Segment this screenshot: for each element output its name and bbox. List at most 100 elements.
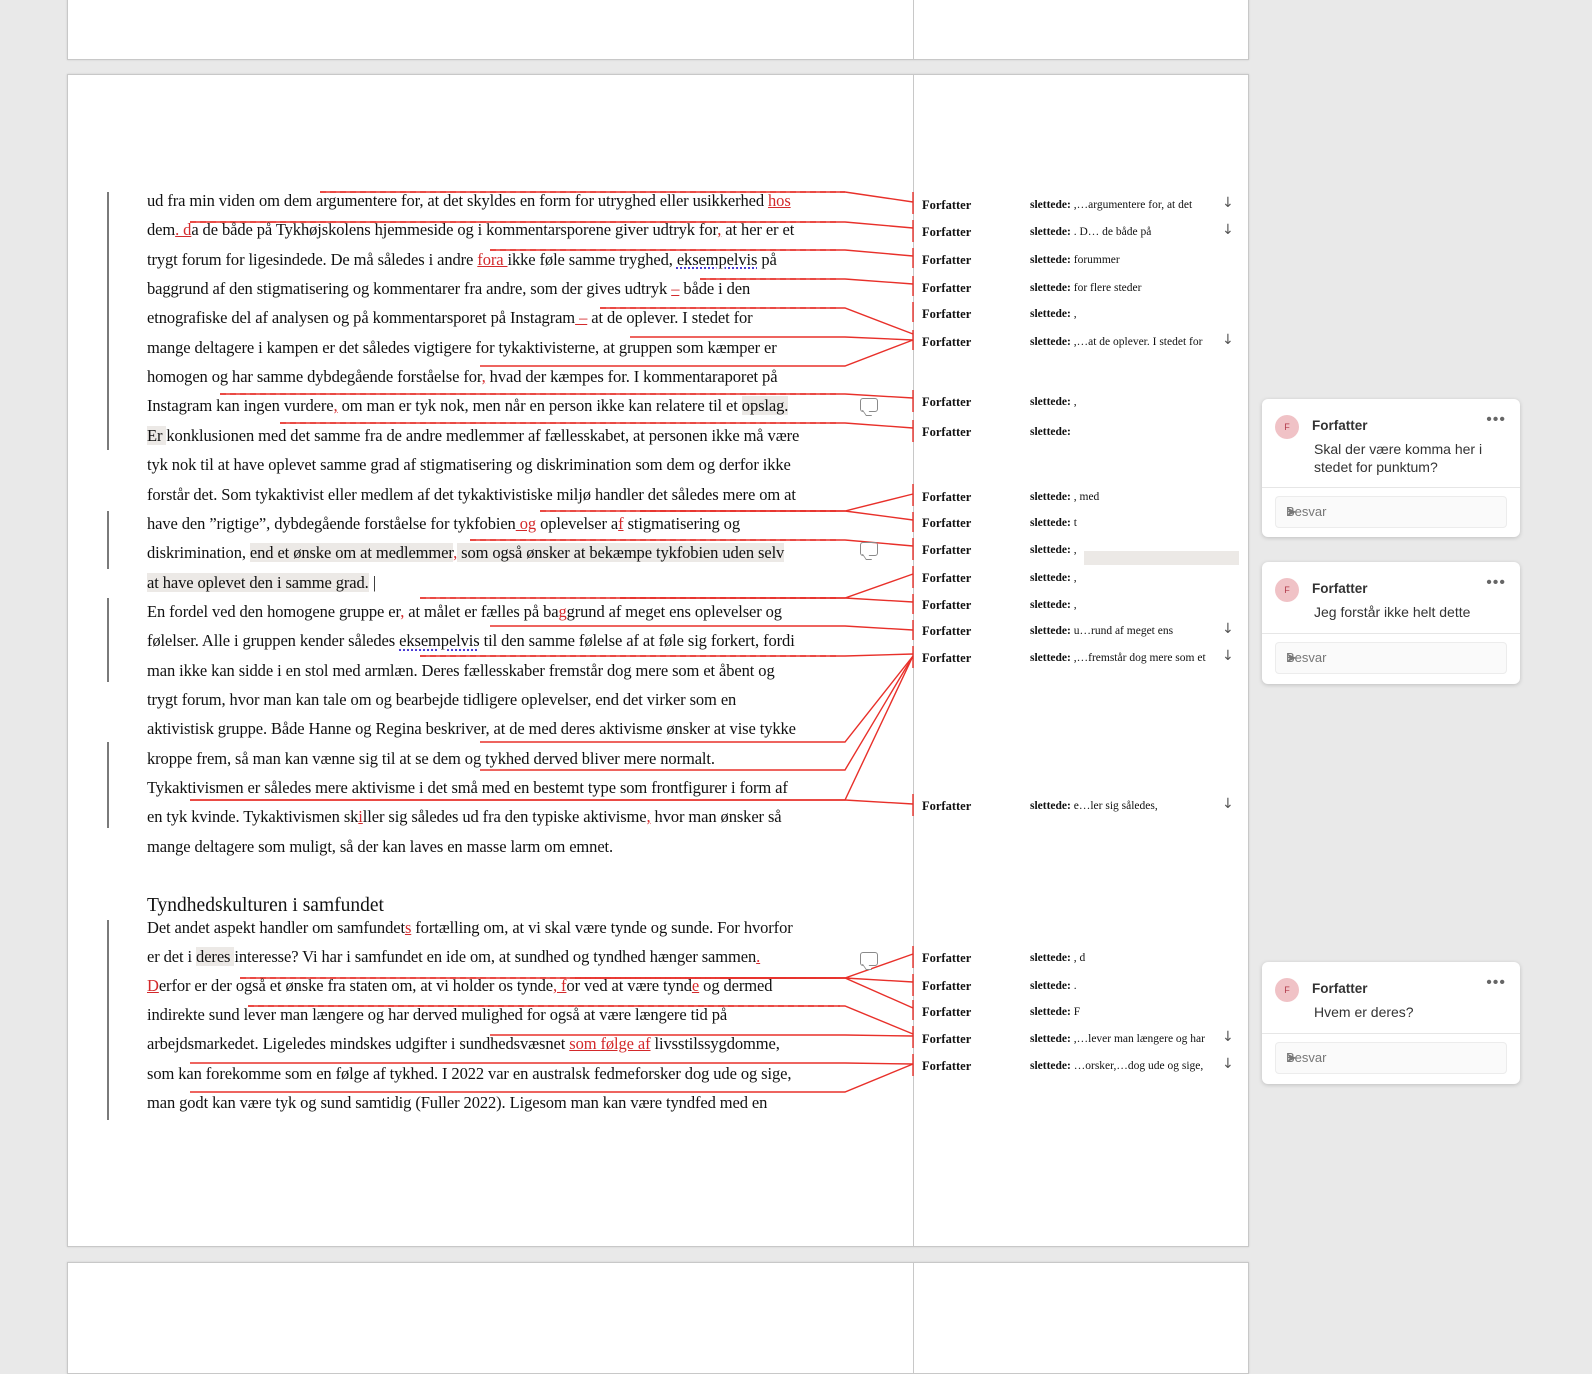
text-line[interactable]: kroppe frem, så man kan vænne sig til at… — [147, 749, 715, 769]
reply-input[interactable]: Besvar ➤ — [1275, 1042, 1507, 1074]
text-line[interactable]: dem. da de både på Tykhøjskolens hjemmes… — [147, 220, 794, 240]
commented-text: deres — [196, 947, 235, 967]
text-run: på — [757, 249, 777, 269]
balloon-text[interactable]: slettede: , d — [1030, 952, 1225, 964]
arrow-down-icon[interactable]: ↓ — [1222, 222, 1234, 238]
text-line[interactable]: have den ”rigtige”, dybdegående forståel… — [147, 514, 740, 534]
deleted-text: . D… de både på — [1070, 226, 1152, 238]
arrow-down-icon[interactable]: ↓ — [1222, 621, 1234, 637]
reply-input[interactable]: Besvar ➤ — [1275, 642, 1507, 674]
text-line[interactable]: er det i deres interesse? Vi har i samfu… — [147, 947, 760, 967]
arrow-down-icon[interactable]: ↓ — [1222, 332, 1234, 348]
balloon-text[interactable]: slettede: forummer — [1030, 254, 1225, 266]
balloon-text[interactable]: slettede: . — [1030, 980, 1225, 992]
deleted-text: , — [1070, 544, 1077, 556]
balloon-text[interactable]: slettede: e…ler sig således, — [1030, 800, 1225, 812]
text-line[interactable]: etnografiske del af analysen og på komme… — [147, 308, 753, 328]
comment-card[interactable]: F Forfatter ••• Hvem er deres? Besvar ➤ — [1262, 962, 1520, 1084]
text-line[interactable]: mange deltagere som muligt, så der kan l… — [147, 837, 613, 857]
reply-input[interactable]: Besvar ➤ — [1275, 496, 1507, 528]
text-line[interactable]: Det andet aspekt handler om samfundets f… — [147, 918, 793, 938]
text-line[interactable]: aktivistisk gruppe. Både Hanne og Regina… — [147, 719, 796, 739]
text-line[interactable]: en tyk kvinde. Tykaktivismen skiller sig… — [147, 807, 782, 827]
balloon-text[interactable]: slettede: , med — [1030, 491, 1225, 503]
comment-card[interactable]: F Forfatter ••• Skal der være komma her … — [1262, 399, 1520, 537]
text-line[interactable]: arbejdsmarkedet. Ligeledes mindskes udgi… — [147, 1034, 780, 1054]
balloon-author: Forfatter — [922, 571, 972, 585]
balloon-text[interactable]: slettede: …orsker,…dog ude og sige, — [1030, 1060, 1225, 1072]
balloon-text[interactable]: slettede: u…rund af meget ens — [1030, 625, 1225, 637]
balloon-author: Forfatter — [922, 253, 972, 267]
balloon-text[interactable]: slettede: ,…at de oplever. I stedet for — [1030, 336, 1225, 348]
text-line[interactable]: En fordel ved den homogene gruppe er, at… — [147, 602, 782, 622]
more-options-icon[interactable]: ••• — [1486, 411, 1506, 429]
text-line[interactable]: homogen og har samme dybdegående forståe… — [147, 367, 778, 387]
more-options-icon[interactable]: ••• — [1486, 974, 1506, 992]
text-line[interactable]: at have oplevet den i samme grad. | — [147, 572, 376, 593]
deleted-text: , — [1070, 572, 1077, 584]
send-icon[interactable]: ➤ — [1286, 1050, 1498, 1066]
comment-bubble-icon[interactable] — [860, 398, 878, 412]
balloon-text[interactable]: slettede: . D… de både på — [1030, 226, 1225, 238]
text-line[interactable]: diskrimination, end et ønske om at medle… — [147, 543, 784, 563]
deleted-text: , — [1070, 396, 1077, 408]
divider — [1262, 633, 1520, 634]
arrow-down-icon[interactable]: ↓ — [1222, 1056, 1234, 1072]
deleted-text: . — [1070, 980, 1077, 992]
balloon-text[interactable]: slettede: for flere steder — [1030, 282, 1225, 294]
text-line[interactable]: Tykaktivismen er således mere aktivisme … — [147, 778, 788, 798]
balloon-author: Forfatter — [922, 543, 972, 557]
arrow-down-icon[interactable]: ↓ — [1222, 648, 1234, 664]
balloon-text[interactable]: slettede: F — [1030, 1006, 1225, 1018]
text-line[interactable]: trygt forum for ligesindede. De må såled… — [147, 250, 777, 270]
balloon-text[interactable]: slettede: , — [1030, 308, 1225, 320]
text-line[interactable]: tyk nok til at have oplevet samme grad a… — [147, 455, 791, 475]
insertion: , f — [552, 976, 567, 996]
deleted-text: e…ler sig således, — [1070, 800, 1158, 812]
balloon-text[interactable]: slettede: ,…argumentere for, at det — [1030, 199, 1225, 211]
text-line[interactable]: Er konklusionen med det samme fra de and… — [147, 425, 799, 446]
arrow-down-icon[interactable]: ↓ — [1222, 195, 1234, 211]
spelling-flag: eksempelvis — [676, 249, 758, 269]
text-line[interactable]: baggrund af den stigmatisering og kommen… — [147, 279, 750, 299]
balloon-text[interactable]: slettede: , — [1030, 544, 1225, 556]
balloon-text[interactable]: slettede: , — [1030, 599, 1225, 611]
send-icon[interactable]: ➤ — [1286, 504, 1498, 520]
balloon-author: Forfatter — [922, 307, 972, 321]
balloon-label: slettede: — [1030, 491, 1071, 503]
text-line[interactable]: følelser. Alle i gruppen kender således … — [147, 631, 795, 651]
more-options-icon[interactable]: ••• — [1486, 574, 1506, 592]
text-run: om man er tyk nok, men når en person ikk… — [337, 396, 742, 416]
text-run: aktivistisk gruppe. Både Hanne og Regina… — [147, 719, 796, 739]
balloon-text[interactable]: slettede: t — [1030, 517, 1225, 529]
comment-bubble-icon[interactable] — [860, 542, 878, 556]
arrow-down-icon[interactable]: ↓ — [1222, 796, 1234, 812]
send-icon[interactable]: ➤ — [1286, 650, 1498, 666]
balloon-text[interactable]: slettede: , — [1030, 572, 1225, 584]
comment-bubble-icon[interactable] — [860, 952, 878, 966]
text-line[interactable]: Derfor er der også et ønske fra staten o… — [147, 976, 772, 996]
balloon-text[interactable]: slettede: — [1030, 426, 1225, 438]
text-line[interactable]: forstår det. Som tykaktivist eller medle… — [147, 485, 796, 505]
balloon-author: Forfatter — [922, 395, 972, 409]
text-line[interactable]: man ikke kan sidde i en stol med armlæn.… — [147, 661, 775, 681]
balloon-text[interactable]: slettede: ,…lever man længere og har — [1030, 1033, 1225, 1045]
text-line[interactable]: indirekte sund lever man længere og har … — [147, 1005, 727, 1025]
text-line[interactable]: trygt forum, hvor man kan tale om og bea… — [147, 690, 736, 710]
text-line[interactable]: man godt kan være tyk og sund samtidig (… — [147, 1093, 767, 1113]
commented-text: opslag. — [741, 396, 789, 416]
arrow-down-icon[interactable]: ↓ — [1222, 1029, 1234, 1045]
text-run: have den ”rigtige”, dybdegående forståel… — [147, 513, 516, 533]
text-line[interactable]: ud fra min viden om dem argumentere for,… — [147, 191, 791, 211]
text-run: kroppe frem, så man kan vænne sig til at… — [147, 748, 715, 768]
balloon-author: Forfatter — [922, 490, 972, 504]
comment-author: Forfatter — [1312, 581, 1368, 596]
balloon-text[interactable]: slettede: ,…fremstår dog mere som et — [1030, 652, 1225, 664]
text-run: Det andet aspekt handler om samfundet — [147, 918, 405, 937]
balloon-text[interactable]: slettede: , — [1030, 396, 1225, 408]
comment-card[interactable]: F Forfatter ••• Jeg forstår ikke helt de… — [1262, 562, 1520, 684]
text-line[interactable]: Instagram kan ingen vurdere, om man er t… — [147, 396, 788, 416]
avatar: F — [1275, 578, 1299, 602]
text-line[interactable]: mange deltagere i kampen er det således … — [147, 338, 777, 358]
text-line[interactable]: som kan forekomme som en følge af tykhed… — [147, 1064, 791, 1084]
